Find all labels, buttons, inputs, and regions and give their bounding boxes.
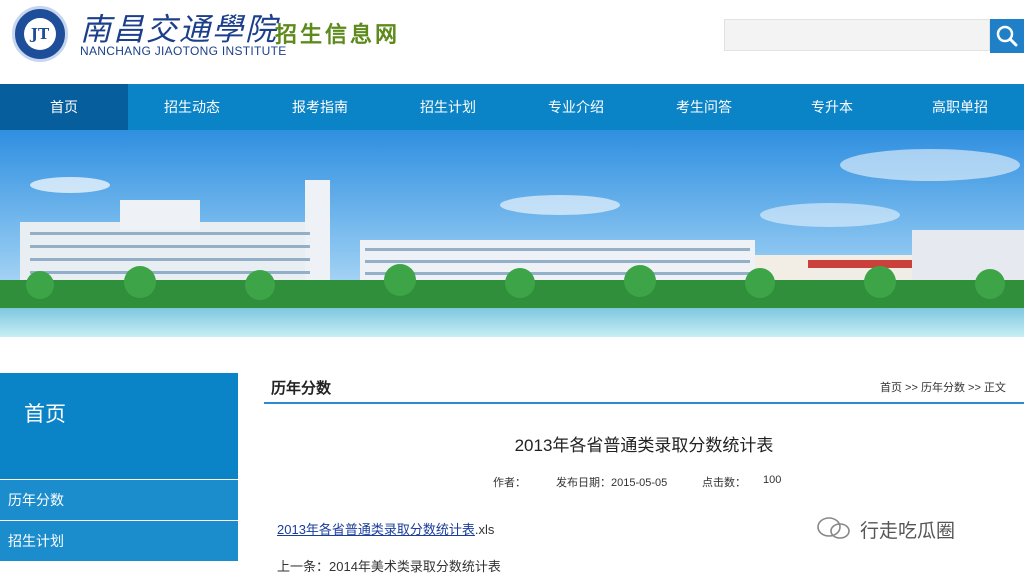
site-header: JT 南昌交通學院 NANCHANG JIAOTONG INSTITUTE 招生… [0,0,1024,84]
attachment-row: 2013年各省普通类录取分数统计表.xls [277,519,494,538]
nav-item-home[interactable]: 首页 [0,84,128,130]
sidebar-header: 首页 [0,373,238,479]
previous-item-link[interactable]: 上一条：2014年美术类录取分数统计表 [277,556,501,575]
nav-item-admission-news[interactable]: 招生动态 [128,84,256,130]
search-button[interactable] [990,19,1024,53]
site-name: 招生信息网 [275,22,401,48]
search-input[interactable] [724,19,990,51]
watermark-text: 行走吃瓜圈 [860,520,956,542]
clicks-value: 100 [763,474,782,486]
section-divider [264,402,1024,404]
main-nav: 首页 招生动态 报考指南 招生计划 专业介绍 考生问答 专升本 高职单招 [0,84,1024,130]
nav-item-majors[interactable]: 专业介绍 [512,84,640,130]
campus-banner-image [0,130,1024,337]
logo-text: JT [24,18,56,50]
nav-item-upgrade[interactable]: 专升本 [768,84,896,130]
nav-item-faq[interactable]: 考生问答 [640,84,768,130]
sidebar-item-admission-plan[interactable]: 招生计划 [0,521,238,561]
attachment-ext: .xls [474,522,495,537]
search-icon [996,25,1018,47]
breadcrumb[interactable]: 首页 >> 历年分数 >> 正文 [880,379,1006,395]
sidebar-item-past-scores[interactable]: 历年分数 [0,480,238,520]
publish-date: 发布日期：2015-05-05 [556,477,668,489]
wechat-icon [817,517,850,539]
attachment-link[interactable]: 2013年各省普通类录取分数统计表 [277,522,475,537]
nav-item-application-guide[interactable]: 报考指南 [256,84,384,130]
school-name-en: NANCHANG JIAOTONG INSTITUTE [80,44,287,58]
author-label: 作者： [493,477,526,489]
article-title: 2013年各省普通类录取分数统计表 [514,436,774,455]
school-name-cn[interactable]: 南昌交通學院 [80,4,278,49]
sidebar-title: 首页 [24,403,66,426]
clicks-label: 点击数： [702,477,746,489]
school-logo[interactable]: JT [12,6,68,62]
nav-item-admission-plan[interactable]: 招生计划 [384,84,512,130]
nav-item-vocational[interactable]: 高职单招 [896,84,1024,130]
section-title: 历年分数 [271,380,332,397]
